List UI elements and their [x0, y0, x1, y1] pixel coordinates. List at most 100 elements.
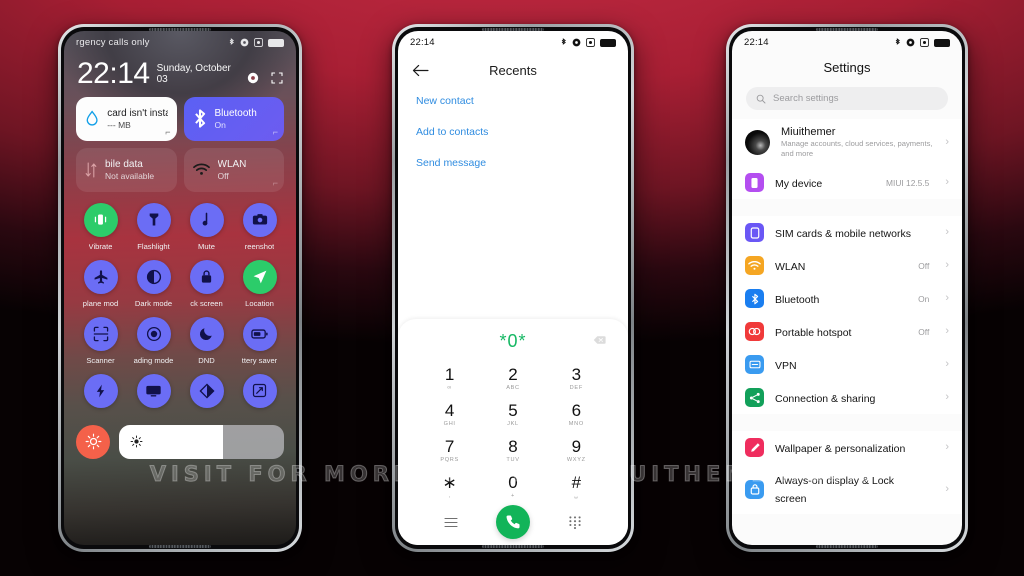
key-star[interactable]: ∗, — [418, 470, 481, 503]
account-sub: Manage accounts, cloud services, payment… — [781, 139, 933, 159]
toggle-battery-saver[interactable]: ttery saver — [233, 316, 286, 365]
settings-row-vpn[interactable]: VPN › — [732, 348, 962, 381]
chevron-right-icon: › — [945, 391, 949, 404]
toggle-vibrate[interactable]: Vibrate — [74, 202, 127, 251]
menu-icon[interactable] — [420, 517, 482, 528]
toggle-lock-screen[interactable]: ck screen — [180, 259, 233, 308]
mobile-data-tile[interactable]: bile data Not available — [76, 147, 177, 192]
earpiece-speaker — [149, 28, 211, 31]
contrast-icon — [189, 373, 224, 408]
settings-row-wlan[interactable]: WLAN Off › — [732, 249, 962, 282]
key-9[interactable]: 9 WXYZ — [545, 434, 608, 467]
keypad-icon[interactable] — [544, 515, 606, 529]
wlan-expand-icon[interactable]: ⌐ — [273, 178, 278, 188]
alarm-icon — [254, 38, 263, 47]
phone2-bezel: 22:14 Recents New contact Add to contact… — [395, 27, 631, 549]
toggle-scanner[interactable]: Scanner — [74, 316, 127, 365]
send-message-link[interactable]: Send message — [416, 157, 610, 169]
bluetooth-icon — [194, 109, 205, 128]
expand-icon[interactable] — [271, 72, 283, 84]
settings-row-aod-lock-screen[interactable]: Always-on display & Lock screen › — [732, 464, 962, 514]
sim-icon — [745, 223, 764, 243]
sun-icon — [130, 435, 143, 448]
screenshot-icon — [242, 202, 277, 237]
settings-row-sim-cards[interactable]: SIM cards & mobile networks › — [732, 216, 962, 249]
key-hash[interactable]: # ␣ — [545, 470, 608, 503]
personalization-card: Wallpaper & personalization › Always-on … — [732, 431, 962, 515]
key-1[interactable]: 1 ∞ — [418, 362, 481, 395]
settings-row-portable-hotspot[interactable]: Portable hotspot Off › — [732, 315, 962, 348]
sim-data-title: card isn't insta — [107, 107, 168, 119]
dialed-number: *0* — [499, 330, 527, 351]
row-value: MIUI 12.5.5 — [886, 177, 930, 188]
toggle-dark-mode[interactable]: Dark mode — [127, 259, 180, 308]
toggle-location[interactable]: Location — [233, 259, 286, 308]
dialer-appbar: Recents — [398, 48, 628, 82]
toggle-mute[interactable]: Mute — [180, 202, 233, 251]
bluetooth-expand-icon[interactable]: ⌐ — [273, 127, 278, 137]
power-bolt-icon — [83, 373, 118, 408]
vpn-icon — [745, 355, 764, 375]
key-5[interactable]: 5 JKL — [481, 398, 544, 431]
statusbar-icons — [229, 38, 284, 47]
data-drop-icon — [86, 110, 98, 126]
battery-icon — [934, 38, 950, 47]
settings-row-my-device[interactable]: My device MIUI 12.5.5 › — [732, 166, 962, 199]
row-text: WLAN — [775, 257, 907, 275]
bluetooth-sub: On — [214, 119, 226, 130]
search-input[interactable]: Search settings — [746, 87, 948, 110]
vibrate-icon — [83, 202, 118, 237]
toggle-reading-mode[interactable]: ading mode — [127, 316, 180, 365]
settings-row-connection-sharing[interactable]: Connection & sharing › — [732, 381, 962, 414]
toggle-dnd[interactable]: DND — [180, 316, 233, 365]
sim-data-tile[interactable]: card isn't insta --- MB ⌐ — [76, 96, 177, 141]
chevron-right-icon: › — [945, 441, 949, 454]
account-row[interactable]: Miuithemer Manage accounts, cloud servic… — [732, 119, 962, 166]
bluetooth-tile[interactable]: Bluetooth On ⌐ — [183, 96, 284, 141]
row-text: Bluetooth — [775, 290, 907, 308]
toggle-label: plane mod — [82, 298, 119, 308]
row-label: Portable hotspot — [775, 326, 852, 339]
toggle-contrast[interactable] — [180, 373, 233, 413]
bluetooth-icon — [895, 38, 900, 45]
toggle-flashlight[interactable]: Flashlight — [127, 202, 180, 251]
auto-brightness-icon[interactable] — [76, 424, 110, 459]
key-3[interactable]: 3 DEF — [545, 362, 608, 395]
screenshot-stage: rgency calls only 22:14 Sunday, October … — [0, 0, 1024, 576]
key-7[interactable]: 7 PQRS — [418, 434, 481, 467]
wlan-tile[interactable]: WLAN Off ⌐ — [183, 147, 284, 192]
phone3-statusbar: 22:14 — [732, 31, 962, 48]
toggle-power-bolt[interactable] — [74, 373, 127, 413]
reading-mode-icon — [136, 316, 171, 351]
call-button[interactable] — [496, 505, 530, 539]
bluetooth-title: Bluetooth — [214, 107, 257, 119]
sim-data-expand-icon[interactable]: ⌐ — [165, 127, 170, 137]
chevron-right-icon: › — [945, 259, 949, 272]
row-text: SIM cards & mobile networks — [775, 224, 918, 242]
backspace-icon[interactable] — [593, 332, 606, 350]
row-label: Connection & sharing — [775, 392, 876, 405]
settings-row-wallpaper[interactable]: Wallpaper & personalization › — [732, 431, 962, 464]
toggle-label: Location — [245, 298, 274, 308]
brightness-slider[interactable] — [119, 424, 284, 459]
bluetooth-icon — [561, 38, 566, 45]
dialer-title: Recents — [489, 62, 537, 78]
key-0[interactable]: 0 + — [481, 470, 544, 503]
key-sub: + — [511, 492, 515, 499]
key-4[interactable]: 4 GHI — [418, 398, 481, 431]
new-contact-link[interactable]: New contact — [416, 95, 610, 107]
toggle-label: Flashlight — [137, 241, 170, 251]
key-6[interactable]: 6 MNO — [545, 398, 608, 431]
header-icons — [247, 72, 283, 88]
toggle-cast[interactable] — [127, 373, 180, 413]
toggle-airplane[interactable]: plane mod — [74, 259, 127, 308]
wifi-icon — [192, 163, 210, 175]
row-value: Off — [918, 326, 930, 337]
toggle-fullscreen[interactable] — [233, 373, 286, 413]
settings-gear-icon[interactable] — [247, 72, 259, 84]
settings-row-bluetooth[interactable]: Bluetooth On › — [732, 282, 962, 315]
key-8[interactable]: 8 TUV — [481, 434, 544, 467]
toggle-screenshot[interactable]: reenshot — [233, 202, 286, 251]
add-to-contacts-link[interactable]: Add to contacts — [416, 126, 610, 138]
key-2[interactable]: 2 ABC — [481, 362, 544, 395]
